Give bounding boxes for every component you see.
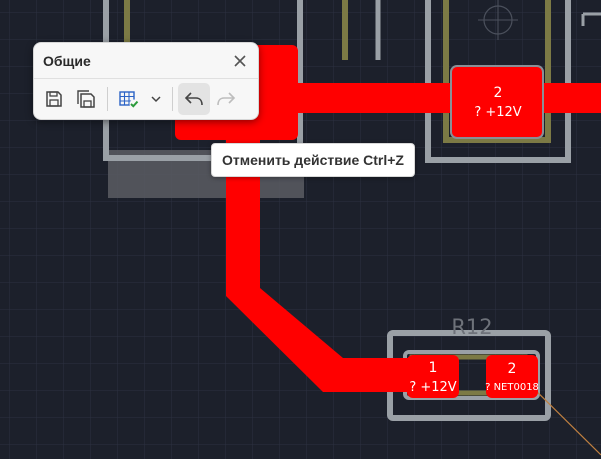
save-icon: [46, 91, 62, 107]
save-all-button[interactable]: [70, 83, 102, 115]
refdes-label: R12: [451, 315, 492, 339]
table-check-button[interactable]: [113, 83, 145, 115]
toolbar-header: Общие: [34, 43, 258, 78]
redo-icon: [217, 92, 236, 106]
chevron-down-icon: [151, 96, 161, 103]
tooltip-text: Отменить действие Ctrl+Z: [222, 152, 404, 168]
undo-button[interactable]: [178, 83, 210, 115]
close-button[interactable]: [230, 51, 250, 71]
undo-tooltip: Отменить действие Ctrl+Z: [211, 143, 415, 177]
pad-net: ? +12V: [474, 105, 521, 120]
toolbar-buttons: [34, 79, 258, 119]
pad-2-top[interactable]: 2 ? +12V: [450, 65, 544, 139]
redo-button[interactable]: [210, 83, 242, 115]
pad-number: 2: [494, 85, 503, 101]
save-all-icon: [77, 90, 95, 108]
general-toolbar[interactable]: Общие: [33, 42, 259, 120]
table-check-icon: [119, 91, 139, 109]
close-icon: [234, 54, 246, 67]
toolbar-title: Общие: [43, 52, 91, 69]
toolbar-separator: [107, 87, 108, 111]
toolbar-separator: [172, 87, 173, 111]
pad-1-r12[interactable]: 1 ? +12V: [407, 355, 459, 398]
pad-number: 1: [429, 360, 438, 376]
dropdown-button[interactable]: [145, 83, 167, 115]
pad-net: ? +12V: [409, 380, 456, 395]
pad-net: ? NET0018: [485, 382, 539, 393]
undo-icon: [184, 92, 203, 106]
save-button[interactable]: [38, 83, 70, 115]
pad-number: 2: [508, 361, 517, 377]
pad-2-r12[interactable]: 2 ? NET0018: [485, 355, 539, 398]
